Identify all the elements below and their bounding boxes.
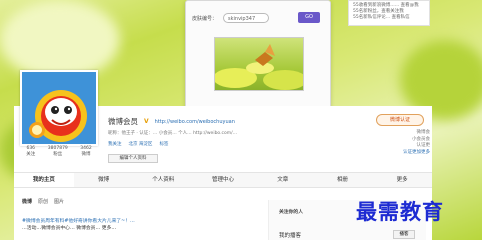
skin-preview-image [214,37,304,91]
profile-tag[interactable]: 北京 海淀区 [129,141,153,147]
tab-profile[interactable]: 个人资料 [133,173,193,187]
stat-label: 关注 [26,152,36,157]
feed-line: …活动…微博会员中心… 微博会员… 更多… [22,226,117,231]
verified-v-icon: V [144,118,149,125]
verify-button[interactable]: 微博认证 [376,114,424,126]
avatar[interactable] [20,70,98,146]
profile-name: 微博会员 [108,117,138,126]
subtab-item[interactable]: 原创 [38,198,48,205]
feed-subtabs: 微博 原创 图片 [22,198,64,205]
profile-name-row: 微博会员 V http://weibo.com/weibochuyuan [108,116,235,127]
stat-following[interactable]: 636 关注 [26,146,35,157]
profile-right-info: 微博会 小会员会 认证更 认证更加更多 [390,130,430,156]
tab-manage[interactable]: 管理中心 [193,173,253,187]
right-info-link[interactable]: 认证更加更多 [390,150,430,157]
skin-id-input[interactable]: skinvip347 [223,13,270,23]
stat-label: 微博 [81,152,91,157]
side-button[interactable]: 播客 [393,230,415,239]
profile-url[interactable]: http://weibo.com/weibochuyuan [155,119,235,125]
tab-album[interactable]: 相册 [313,173,373,187]
go-button[interactable]: GO [298,12,320,23]
side-subtitle: 我的播客 [279,233,302,239]
stat-label: 粉丝 [53,152,63,157]
side-title: 关注你的人 [279,210,303,215]
skin-window: 皮肤编号： skinvip347 GO [185,0,331,114]
profile-tags: 我关注 北京 海淀区 标签 [108,141,168,147]
tab-weibo[interactable]: 微博 [74,173,134,187]
profile-tabs: 我的主页 微博 个人资料 管理中心 文章 相册 更多 [14,172,432,188]
notification-panel: 55收看到新浪微博…… 查看@我 55名新粉丝，查看关注我 55名新私信评论… … [348,0,430,26]
edit-profile-button[interactable]: 编辑个人资料 [108,154,158,163]
tab-articles[interactable]: 文章 [253,173,313,187]
tab-home[interactable]: 我的主页 [14,173,74,187]
profile-tag[interactable]: 我关注 [108,141,122,147]
feed-post: #微博会员周年有料#他好奇讲你看大片儿来了~！… …活动…微博会员中心… 微博会… [22,218,252,232]
stat-followers[interactable]: 3807879 粉丝 [48,146,68,157]
background-blob [0,0,120,80]
profile-stats: 636 关注 3807879 粉丝 3462 微博 [20,146,98,157]
stat-posts[interactable]: 3462 微博 [80,146,91,157]
profile-tag[interactable]: 标签 [159,141,168,147]
notification-line[interactable]: 55名新私信评论… 查看私信 [353,15,425,21]
skin-id-label: 皮肤编号： [192,15,218,22]
subtab-current[interactable]: 微博 [22,198,32,205]
tab-more[interactable]: 更多 [372,173,432,187]
feed-line[interactable]: #微博会员周年有料#他好奇讲你看大片儿来了~！… [22,218,252,225]
watermark-text: 最需教育 [356,199,444,224]
profile-meta: 昵称：他王子 · 认证：… 小会员… 个人… http://weibo.com/… [108,131,238,136]
subtab-item[interactable]: 图片 [54,198,64,205]
